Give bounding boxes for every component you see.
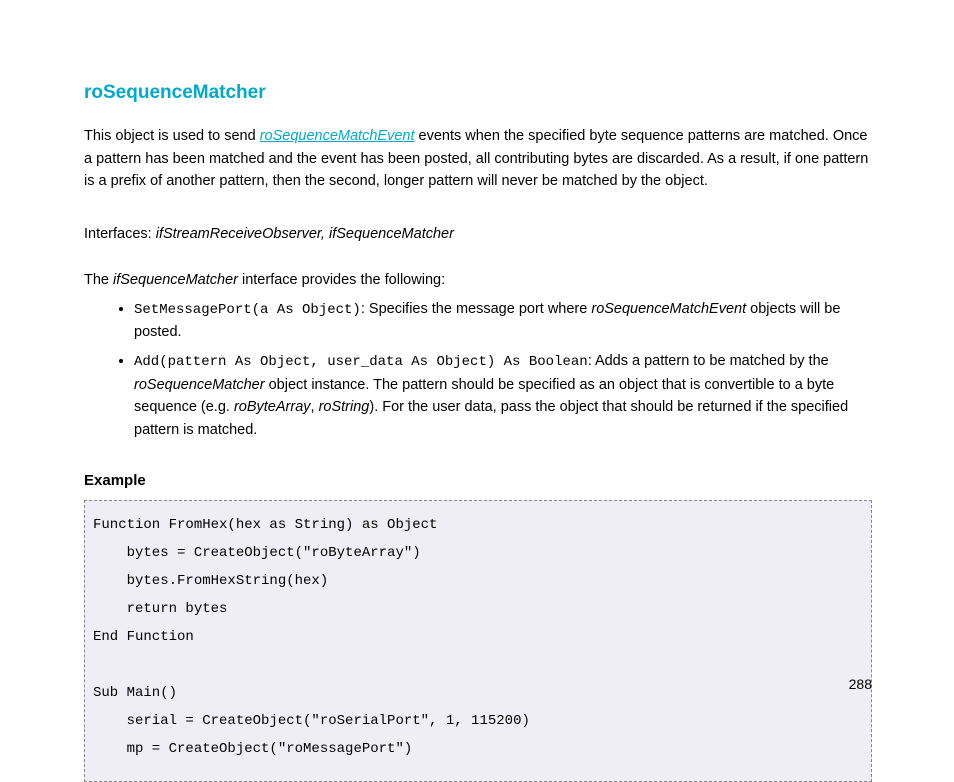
provides-post: interface provides the following: — [238, 272, 445, 288]
method-list: SetMessagePort(a As Object): Specifies t… — [84, 298, 872, 441]
method-desc-em: roSequenceMatchEvent — [591, 301, 746, 317]
method-desc-em2: roByteArray — [234, 399, 311, 415]
list-item: SetMessagePort(a As Object): Specifies t… — [134, 298, 872, 344]
interfaces-value: ifStreamReceiveObserver, ifSequenceMatch… — [156, 226, 454, 242]
method-desc-sep: , — [311, 399, 319, 415]
method-signature: SetMessagePort(a As Object) — [134, 302, 361, 318]
provides-interface: ifSequenceMatcher — [113, 272, 238, 288]
list-item: Add(pattern As Object, user_data As Obje… — [134, 350, 872, 441]
method-desc-em: roSequenceMatcher — [134, 377, 265, 393]
page-title: roSequenceMatcher — [84, 78, 872, 107]
provides-pre: The — [84, 272, 113, 288]
intro-paragraph: This object is used to send roSequenceMa… — [84, 125, 872, 192]
method-desc-pre: : Adds a pattern to be matched by the — [588, 353, 829, 369]
method-desc-pre: : Specifies the message port where — [361, 301, 592, 317]
interfaces-line: Interfaces: ifStreamReceiveObserver, ifS… — [84, 223, 872, 245]
provides-line: The ifSequenceMatcher interface provides… — [84, 269, 872, 291]
interfaces-label: Interfaces: — [84, 226, 156, 242]
page-number: 288 — [849, 674, 872, 696]
example-heading: Example — [84, 469, 872, 492]
method-desc-em3: roString — [319, 399, 370, 415]
method-signature: Add(pattern As Object, user_data As Obje… — [134, 354, 588, 370]
ro-sequence-match-event-link[interactable]: roSequenceMatchEvent — [260, 128, 415, 144]
intro-text-pre: This object is used to send — [84, 128, 260, 144]
code-example: Function FromHex(hex as String) as Objec… — [84, 500, 872, 782]
